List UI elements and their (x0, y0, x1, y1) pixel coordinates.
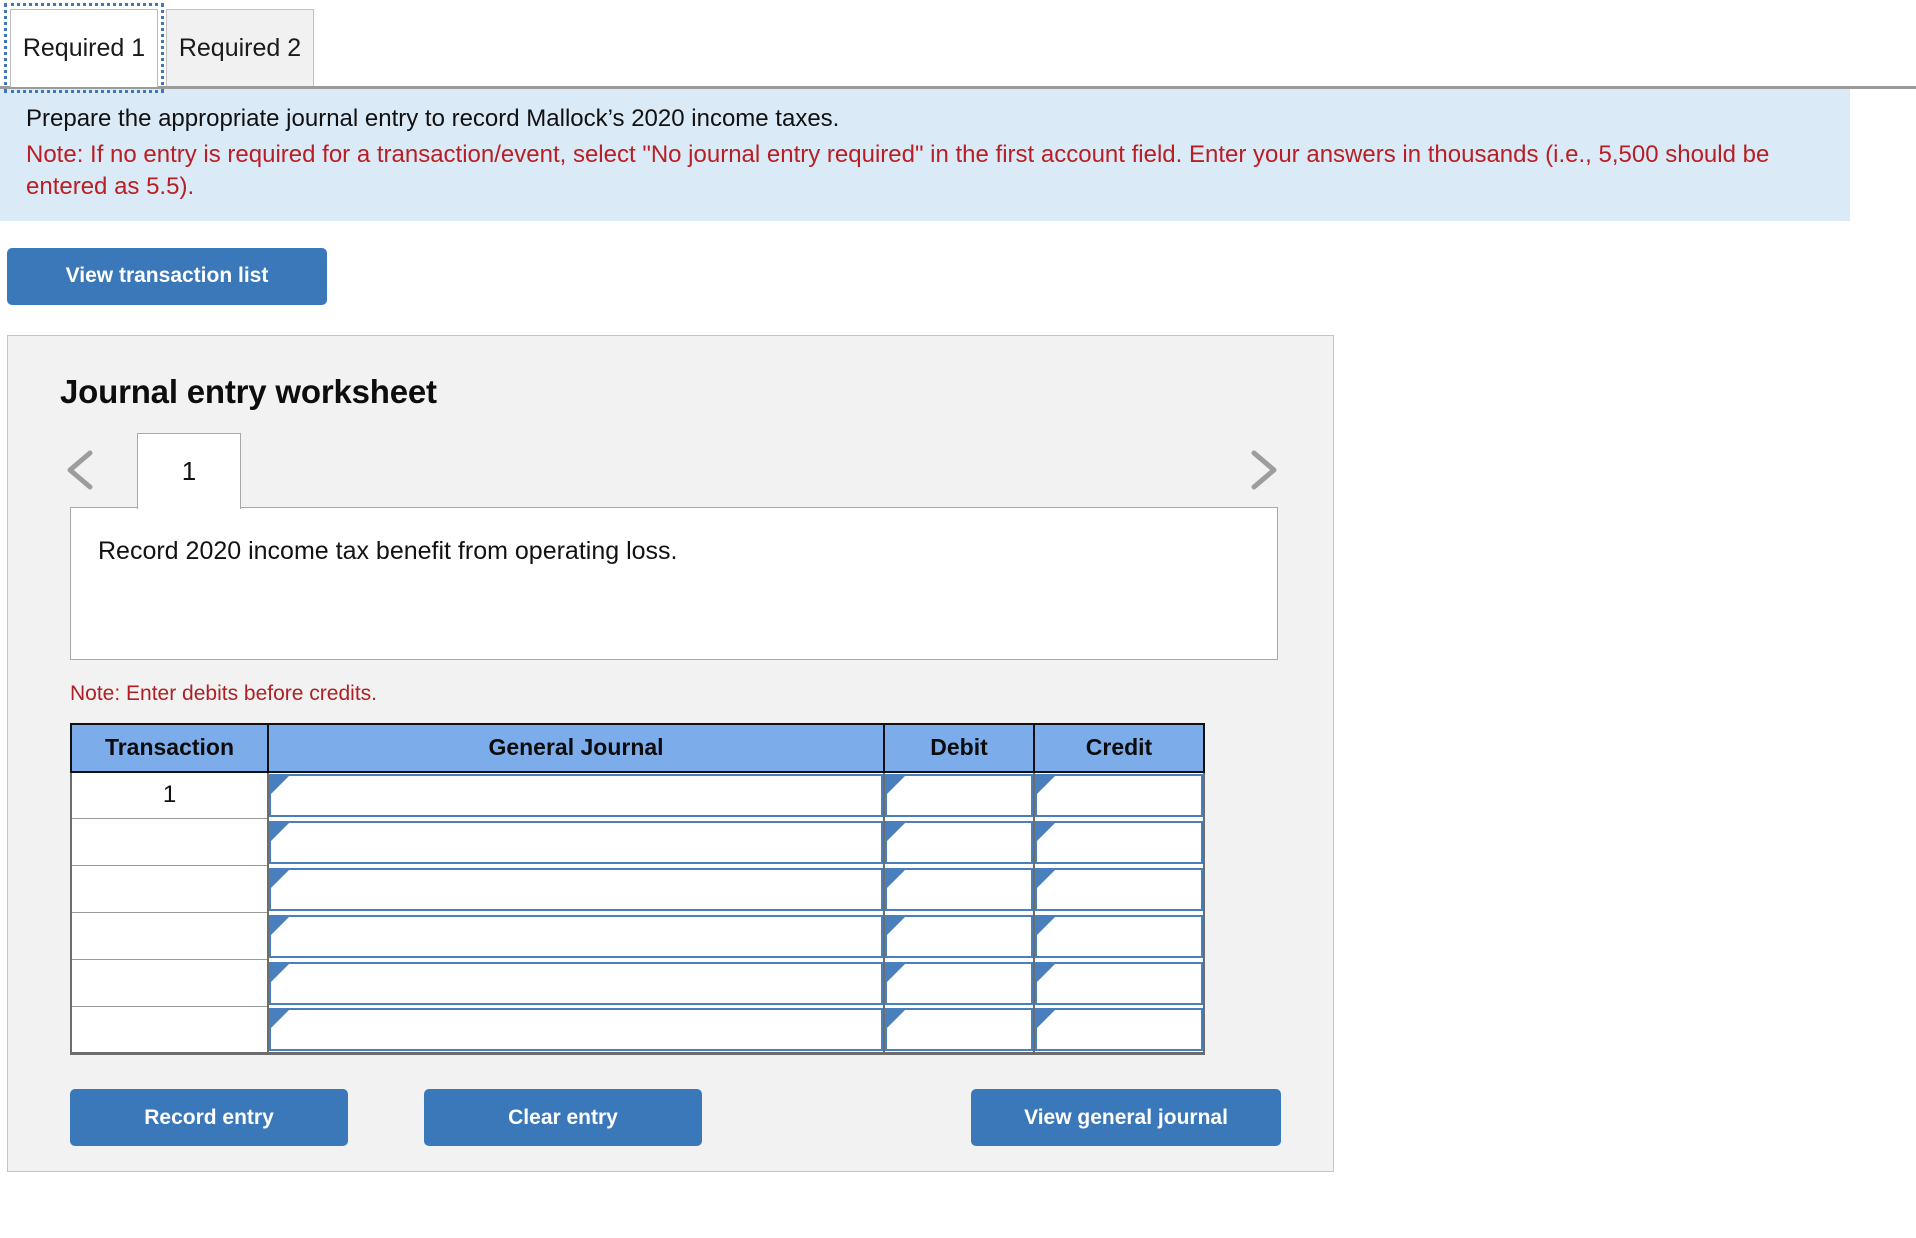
general-journal-input-row-1[interactable] (269, 774, 883, 818)
table-header-row: Transaction General Journal Debit Credit (70, 722, 1205, 773)
general-journal-cell (267, 771, 885, 819)
view-transaction-list-button[interactable]: View transaction list (7, 247, 327, 305)
tab-required-2[interactable]: Required 2 (166, 9, 314, 87)
general-journal-input-row-3[interactable] (269, 867, 883, 911)
clear-entry-button[interactable]: Clear entry (424, 1089, 702, 1147)
table-row (70, 959, 1205, 1008)
transaction-number-cell (70, 959, 269, 1008)
table-row (70, 865, 1205, 914)
view-general-journal-button[interactable]: View general journal (971, 1089, 1281, 1147)
debit-input-row-4[interactable] (885, 914, 1033, 958)
transaction-number-cell (70, 865, 269, 914)
column-header-debit: Debit (883, 722, 1035, 773)
credit-input-row-3[interactable] (1035, 867, 1203, 911)
worksheet-page-tab-1[interactable]: 1 (137, 432, 241, 509)
debit-input-row-6[interactable] (885, 1007, 1033, 1051)
column-header-credit: Credit (1033, 722, 1205, 773)
general-journal-input-row-5[interactable] (269, 961, 883, 1005)
debit-cell (883, 959, 1035, 1007)
column-header-general-journal: General Journal (267, 722, 885, 773)
credit-cell (1033, 912, 1205, 960)
table-row (70, 1006, 1205, 1056)
general-journal-cell (267, 1006, 885, 1056)
credit-input-row-1[interactable] (1035, 774, 1203, 818)
instruction-main-text: Prepare the appropriate journal entry to… (26, 105, 840, 132)
tab-required-2-label: Required 2 (178, 34, 302, 62)
transaction-number-cell (70, 818, 269, 867)
column-header-transaction: Transaction (70, 722, 269, 773)
record-entry-button[interactable]: Record entry (70, 1089, 348, 1147)
general-journal-input-row-6[interactable] (269, 1007, 883, 1051)
chevron-right-icon[interactable] (1240, 447, 1284, 493)
transaction-number-cell: 1 (70, 771, 269, 820)
debit-input-row-2[interactable] (885, 820, 1033, 864)
requirement-tab-strip: Required 1 Required 2 (0, 0, 1916, 93)
worksheet-title: Journal entry worksheet (60, 372, 437, 410)
worksheet-footer: Record entry Clear entry View general jo… (8, 1089, 1333, 1149)
journal-entry-table: Transaction General Journal Debit Credit… (70, 722, 1205, 1056)
tab-strip-divider (0, 86, 1916, 89)
credit-input-row-6[interactable] (1035, 1007, 1203, 1051)
general-journal-cell (267, 865, 885, 913)
credit-cell (1033, 959, 1205, 1007)
transaction-number-cell (70, 912, 269, 961)
journal-entry-worksheet-panel: Journal entry worksheet 1 Record 2020 in… (7, 334, 1334, 1173)
credit-cell (1033, 771, 1205, 819)
general-journal-cell (267, 912, 885, 960)
journal-table-wrapper: Transaction General Journal Debit Credit… (70, 722, 1205, 1056)
transaction-number-cell (70, 1006, 269, 1056)
general-journal-input-row-4[interactable] (269, 914, 883, 958)
tab-required-1-label: Required 1 (22, 34, 146, 62)
debit-input-row-3[interactable] (885, 867, 1033, 911)
debit-input-row-1[interactable] (885, 774, 1033, 818)
instruction-note-text: Note: If no entry is required for a tran… (26, 140, 1770, 200)
debit-cell (883, 865, 1035, 913)
tab-required-1[interactable]: Required 1 (4, 3, 164, 93)
credit-input-row-4[interactable] (1035, 914, 1203, 958)
chevron-left-icon[interactable] (60, 447, 104, 493)
debit-cell (883, 1006, 1035, 1056)
debit-cell (883, 912, 1035, 960)
debit-input-row-5[interactable] (885, 961, 1033, 1005)
debits-before-credits-note: Note: Enter debits before credits. (70, 681, 377, 705)
table-row (70, 818, 1205, 867)
credit-cell (1033, 865, 1205, 913)
credit-input-row-2[interactable] (1035, 820, 1203, 864)
table-row: 1 (70, 771, 1205, 820)
general-journal-cell (267, 959, 885, 1007)
credit-input-row-5[interactable] (1035, 961, 1203, 1005)
worksheet-page-tab-1-label: 1 (181, 455, 197, 486)
debit-cell (883, 771, 1035, 819)
instruction-banner: Prepare the appropriate journal entry to… (0, 89, 1850, 221)
debit-cell (883, 818, 1035, 866)
transaction-description-text: Record 2020 income tax benefit from oper… (98, 536, 678, 565)
transaction-description-box: Record 2020 income tax benefit from oper… (70, 506, 1278, 660)
general-journal-cell (267, 818, 885, 866)
credit-cell (1033, 818, 1205, 866)
table-row (70, 912, 1205, 961)
credit-cell (1033, 1006, 1205, 1056)
general-journal-input-row-2[interactable] (269, 820, 883, 864)
worksheet-pager: 1 (8, 432, 1333, 509)
